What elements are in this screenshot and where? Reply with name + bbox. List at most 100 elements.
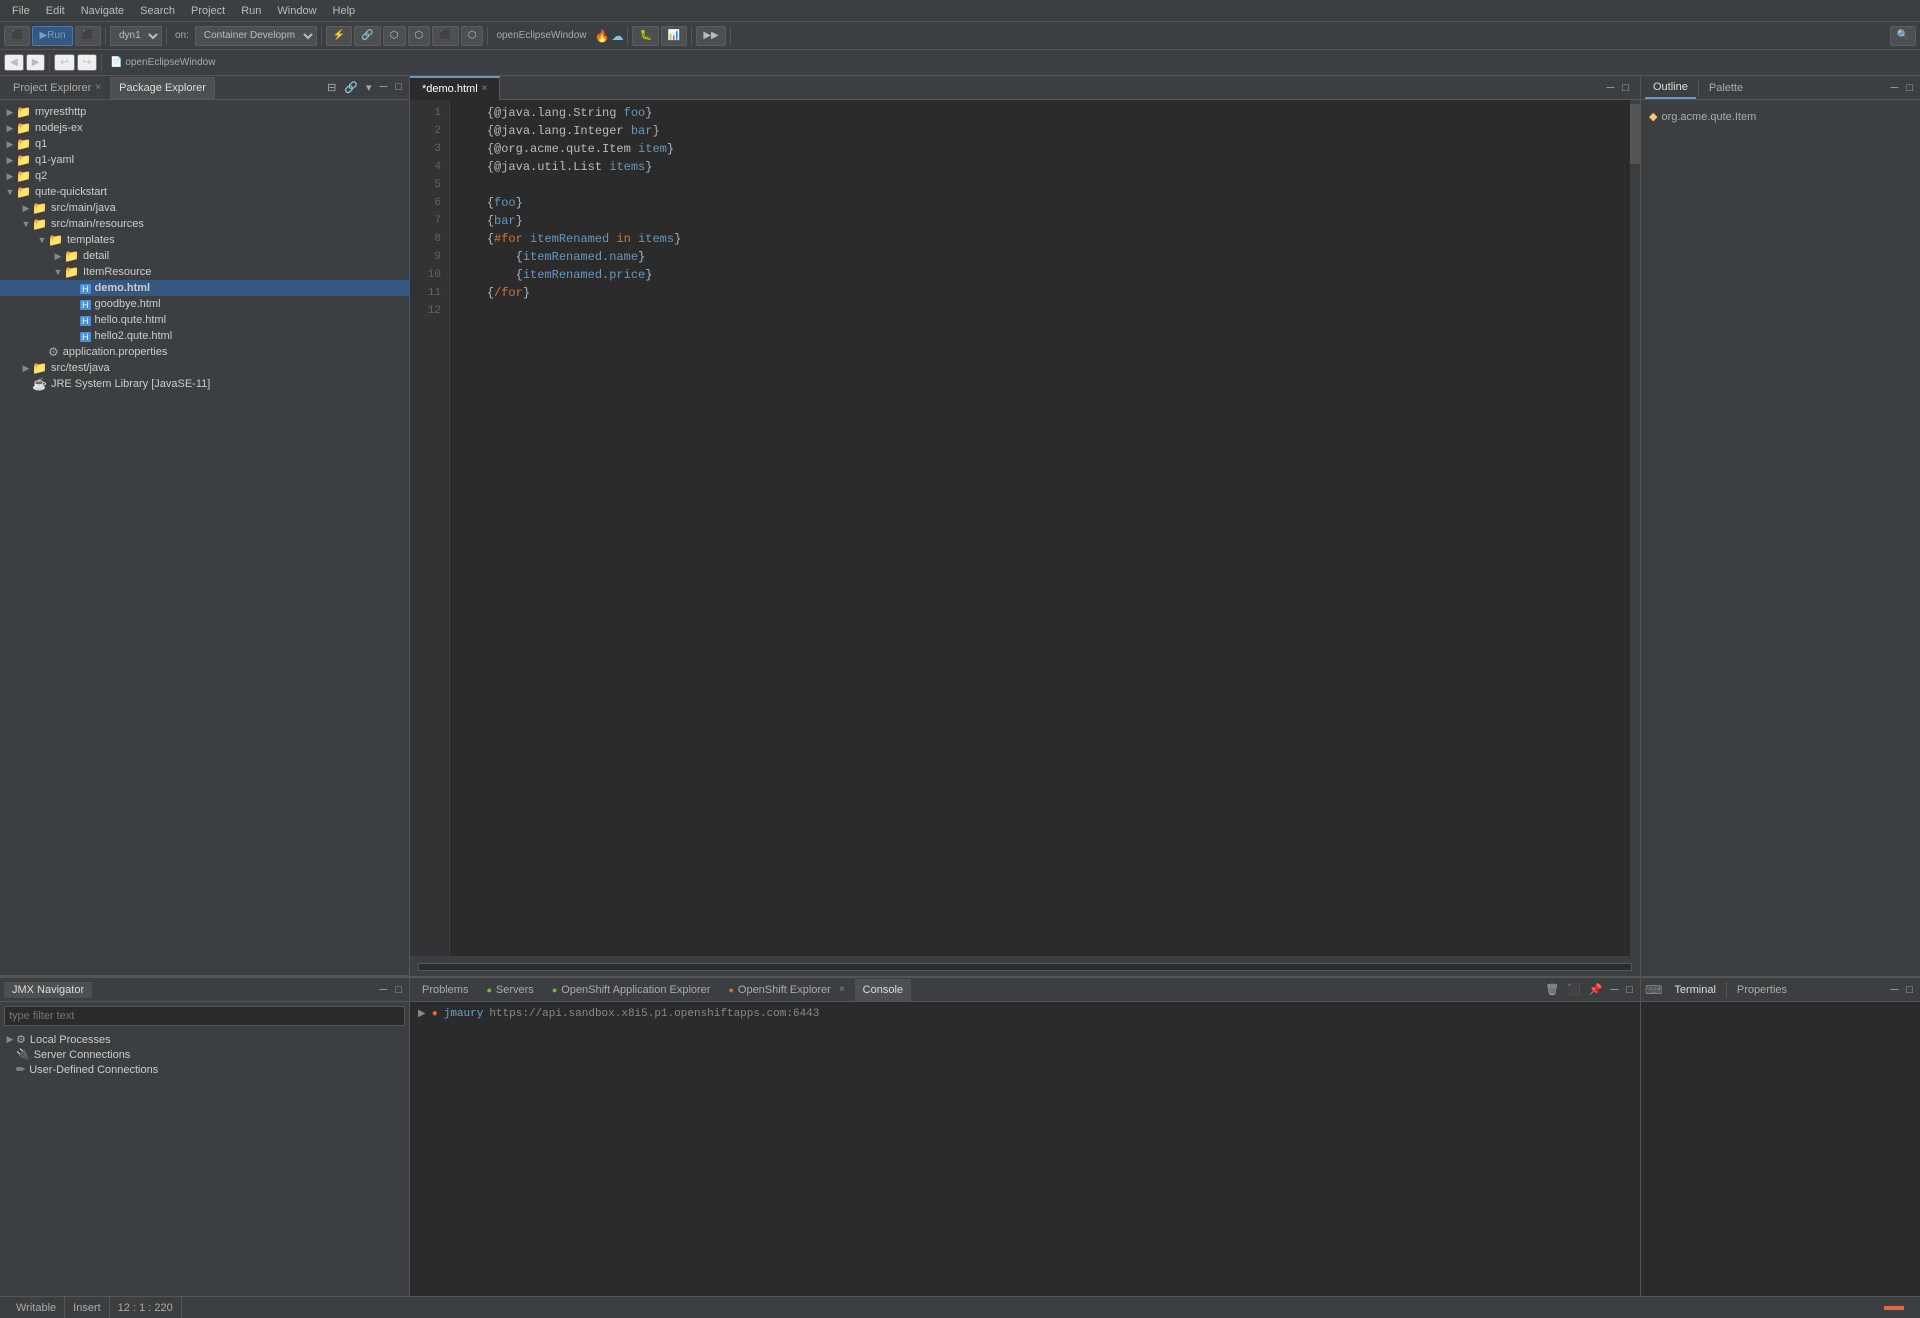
tree-item-13[interactable]: Hhello.qute.html	[0, 312, 409, 328]
toolbar-btn-6[interactable]: ⬡	[461, 26, 484, 46]
tab-palette[interactable]: Palette	[1701, 77, 1751, 99]
tree-icon-10: 📁	[64, 265, 79, 279]
tab-console[interactable]: Console	[855, 979, 911, 1001]
link-with-editor-icon[interactable]: 🔗	[341, 80, 361, 95]
jmx-user-connections[interactable]: ✏ User-Defined Connections	[0, 1062, 409, 1077]
close-project-explorer-icon[interactable]: ×	[95, 82, 101, 93]
close-ose-icon[interactable]: ×	[839, 984, 845, 995]
jmx-maximize-icon[interactable]: □	[392, 983, 405, 997]
tree-item-11[interactable]: Hdemo.html	[0, 280, 409, 296]
console-maximize-icon[interactable]: □	[1623, 983, 1636, 997]
tab-terminal[interactable]: Terminal	[1666, 982, 1724, 998]
tab-properties[interactable]: Properties	[1729, 982, 1795, 998]
tree-item-15[interactable]: ⚙application.properties	[0, 344, 409, 360]
redo-btn[interactable]: ↪	[77, 54, 97, 71]
outline-minimize-icon[interactable]: ─	[1888, 81, 1902, 95]
new-button[interactable]: ⬛	[4, 26, 30, 46]
terminal-maximize-icon[interactable]: □	[1903, 983, 1916, 997]
menu-help[interactable]: Help	[325, 0, 364, 21]
tree-item-3[interactable]: ▶📁q1-yaml	[0, 152, 409, 168]
tree-item-17[interactable]: ☕JRE System Library [JavaSE-11]	[0, 376, 409, 392]
menu-window[interactable]: Window	[269, 0, 324, 21]
tree-label-14: hello2.qute.html	[95, 330, 173, 342]
menu-edit[interactable]: Edit	[38, 0, 73, 21]
toolbar-btn-3[interactable]: ⬡	[383, 26, 406, 46]
scrollbar-thumb[interactable]	[1630, 104, 1640, 164]
code-line-4: {@java.util.List items}	[458, 158, 1622, 176]
tree-item-1[interactable]: ▶📁nodejs-ex	[0, 120, 409, 136]
search-btn[interactable]: 🔍	[1890, 26, 1916, 46]
osa-dot-icon: ●	[552, 985, 557, 995]
tab-openshift-app-explorer[interactable]: ● OpenShift Application Explorer	[544, 979, 719, 1001]
collapse-all-icon[interactable]: ⊟	[324, 80, 339, 95]
line-num-6: 6	[418, 194, 441, 212]
tree-item-2[interactable]: ▶📁q1	[0, 136, 409, 152]
jmx-server-connections[interactable]: 🔌 Server Connections	[0, 1047, 409, 1062]
stop-button[interactable]: ⬛	[75, 26, 101, 46]
console-connection-row[interactable]: ▶ ● jmaury https://api.sandbox.x8i5.p1.o…	[418, 1006, 1632, 1022]
code-line-10: {itemRenamed.price}	[458, 266, 1622, 284]
toolbar-btn-2[interactable]: 🔗	[354, 26, 380, 46]
tab-package-explorer[interactable]: Package Explorer	[110, 77, 215, 99]
horizontal-scrollbar[interactable]	[418, 963, 1632, 971]
tree-item-6[interactable]: ▶📁src/main/java	[0, 200, 409, 216]
menu-bar: File Edit Navigate Search Project Run Wi…	[0, 0, 1920, 22]
tree-item-7[interactable]: ▼📁src/main/resources	[0, 216, 409, 232]
tab-servers[interactable]: ● Servers	[478, 979, 541, 1001]
jmx-local-processes[interactable]: ▶ ⚙ Local Processes	[0, 1032, 409, 1047]
tree-item-0[interactable]: ▶📁myresthttp	[0, 104, 409, 120]
code-editor[interactable]: {@java.lang.String foo} {@java.lang.Inte…	[450, 100, 1630, 956]
tree-item-9[interactable]: ▶📁detail	[0, 248, 409, 264]
run-button[interactable]: ▶ Run	[32, 26, 72, 46]
console-pin-icon[interactable]: 📌	[1586, 982, 1606, 997]
console-stop-icon[interactable]: ⬛	[1564, 982, 1584, 997]
run-config-select[interactable]: dyn1	[110, 26, 162, 46]
menu-project[interactable]: Project	[183, 0, 233, 21]
close-editor-tab-icon[interactable]: ×	[482, 83, 488, 94]
toolbar-btn-5[interactable]: ⬛	[432, 26, 458, 46]
menu-run[interactable]: Run	[233, 0, 269, 21]
menu-search[interactable]: Search	[132, 0, 183, 21]
tree-item-5[interactable]: ▼📁qute-quickstart	[0, 184, 409, 200]
editor-tab-demo-html[interactable]: *demo.html ×	[410, 76, 500, 100]
tab-outline[interactable]: Outline	[1645, 77, 1696, 99]
line-num-1: 1	[418, 104, 441, 122]
outline-item-item[interactable]: ◆ org.acme.qute.Item	[1649, 108, 1912, 125]
tree-item-10[interactable]: ▼📁ItemResource	[0, 264, 409, 280]
console-minimize-icon[interactable]: ─	[1608, 983, 1622, 997]
outline-maximize-icon[interactable]: □	[1903, 81, 1916, 95]
editor-maximize-icon[interactable]: □	[1619, 81, 1632, 95]
toolbar-more-btn[interactable]: ▶▶	[696, 26, 725, 46]
toolbar-btn-1[interactable]: ⚡	[326, 26, 352, 46]
tree-arrow-10: ▼	[52, 267, 64, 277]
explorer-menu-icon[interactable]: ▾	[363, 80, 375, 95]
minimize-explorer-icon[interactable]: ─	[377, 80, 391, 95]
toolbar-profile-btn[interactable]: 📊	[661, 26, 687, 46]
jmx-search-input[interactable]	[4, 1006, 405, 1026]
editor-minimize-icon[interactable]: ─	[1604, 81, 1618, 95]
menu-navigate[interactable]: Navigate	[73, 0, 132, 21]
tab-project-explorer[interactable]: Project Explorer ×	[4, 77, 110, 99]
tree-item-16[interactable]: ▶📁src/test/java	[0, 360, 409, 376]
status-writable: Writable	[8, 1297, 65, 1318]
container-select[interactable]: Container Developm	[195, 26, 317, 46]
toolbar-debug-btn[interactable]: 🐛	[632, 26, 658, 46]
forward-btn[interactable]: ▶	[26, 54, 46, 71]
tree-item-14[interactable]: Hhello2.qute.html	[0, 328, 409, 344]
editor-scrollbar[interactable]	[1630, 100, 1640, 956]
terminal-minimize-icon[interactable]: ─	[1888, 983, 1902, 997]
tree-item-12[interactable]: Hgoodbye.html	[0, 296, 409, 312]
servers-dot-icon: ●	[486, 985, 491, 995]
console-clear-icon[interactable]: 🗑	[1542, 982, 1562, 997]
undo-btn[interactable]: ↩	[54, 54, 74, 71]
back-btn[interactable]: ◀	[4, 54, 24, 71]
maximize-explorer-icon[interactable]: □	[392, 80, 405, 95]
tab-openshift-explorer[interactable]: ● OpenShift Explorer ×	[720, 979, 852, 1001]
tab-problems[interactable]: Problems	[414, 979, 476, 1001]
menu-file[interactable]: File	[4, 0, 38, 21]
jmx-minimize-icon[interactable]: ─	[377, 983, 391, 997]
tree-item-4[interactable]: ▶📁q2	[0, 168, 409, 184]
tab-jmx-navigator[interactable]: JMX Navigator	[4, 982, 92, 998]
toolbar-btn-4[interactable]: ⬡	[408, 26, 431, 46]
tree-item-8[interactable]: ▼📁templates	[0, 232, 409, 248]
